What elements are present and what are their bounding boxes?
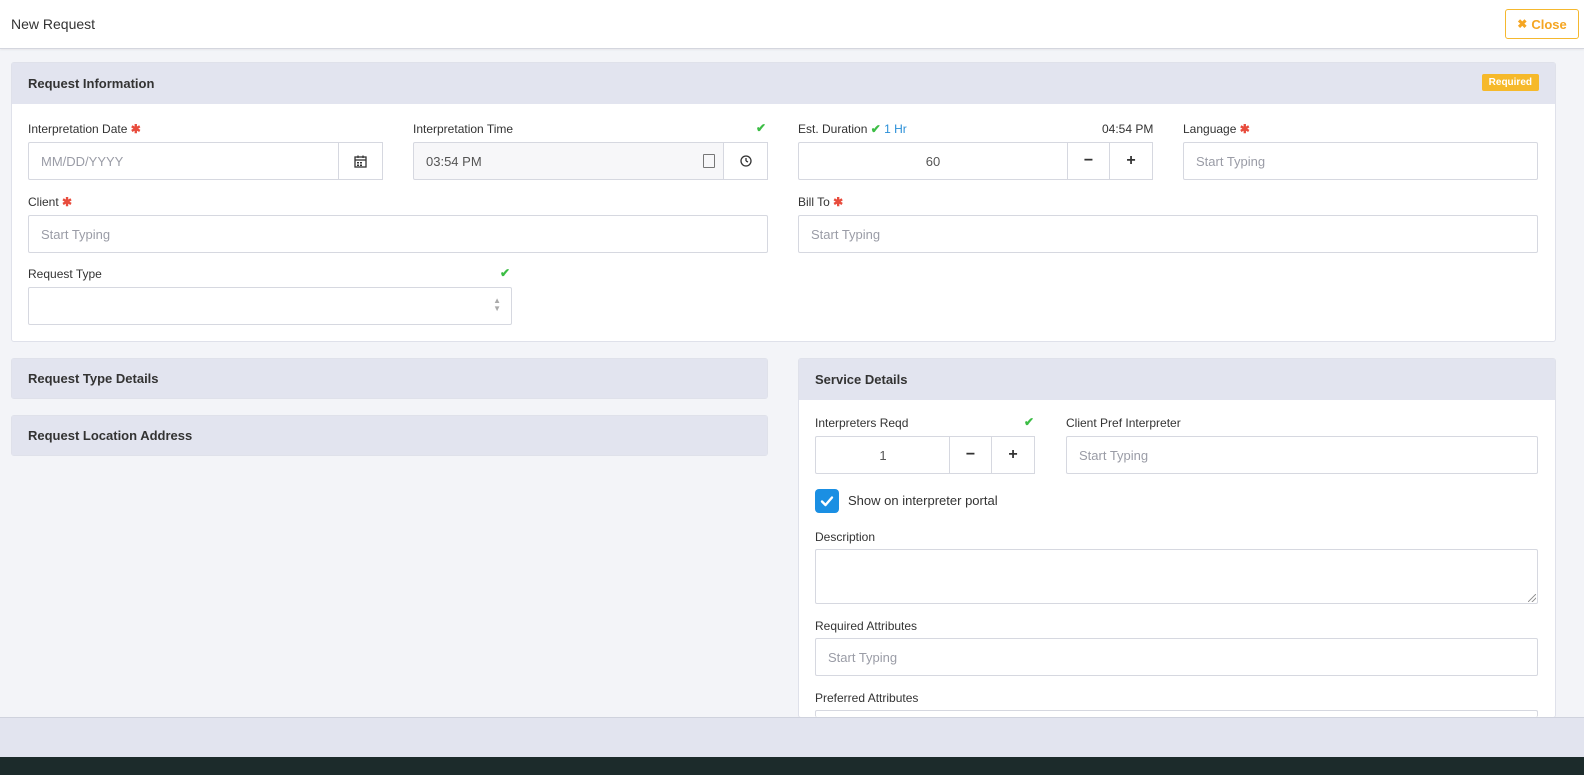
time-picker-icon[interactable] <box>703 154 715 168</box>
est-duration-label: Est. Duration ✔ 1 Hr <box>798 122 907 136</box>
asterisk-icon: ✱ <box>833 195 844 209</box>
clock-icon <box>739 155 752 167</box>
top-bar: New Request ✖ Close <box>0 0 1584 49</box>
panel-title: Service Details <box>815 372 908 387</box>
bill-to-placeholder: Start Typing <box>811 226 881 242</box>
request-type-select[interactable]: ▲ ▼ <box>28 287 512 325</box>
interpreters-reqd-value: 1 <box>879 447 887 463</box>
preferred-attributes-input[interactable] <box>815 710 1538 717</box>
calendar-icon <box>354 155 367 168</box>
interpretation-time-input[interactable]: 03:54 PM <box>413 142 768 180</box>
asterisk-icon: ✱ <box>62 195 73 209</box>
interpretation-time-label: Interpretation Time <box>413 122 514 136</box>
interpretation-date-input[interactable]: MM/DD/YYYY <box>28 142 383 180</box>
est-duration-stepper[interactable]: 60 − + <box>798 142 1153 180</box>
check-icon: ✔ <box>1024 415 1035 429</box>
required-badge: Required <box>1481 74 1539 91</box>
description-label: Description <box>815 530 876 544</box>
client-label: Client ✱ <box>28 195 73 209</box>
interpreters-decrement-button[interactable]: − <box>949 436 992 474</box>
plus-icon: + <box>1008 446 1018 463</box>
panel-title: Request Type Details <box>28 371 159 386</box>
close-button[interactable]: ✖ Close <box>1505 9 1579 39</box>
request-information-header: Request Information Required <box>12 63 1555 104</box>
request-location-panel[interactable]: Request Location Address <box>11 415 768 456</box>
clock-button[interactable] <box>723 142 768 180</box>
est-duration-value: 60 <box>925 153 941 169</box>
required-attributes-placeholder: Start Typing <box>828 649 898 665</box>
client-pref-input[interactable]: Start Typing <box>1066 436 1538 474</box>
asterisk-icon: ✱ <box>130 122 141 136</box>
bill-to-input[interactable]: Start Typing <box>798 215 1538 253</box>
client-placeholder: Start Typing <box>41 226 111 242</box>
interpretation-date-label: Interpretation Date ✱ <box>28 122 141 136</box>
close-icon: ✖ <box>1517 17 1528 31</box>
client-pref-label: Client Pref Interpreter <box>1066 416 1181 430</box>
show-on-portal-checkbox[interactable] <box>815 489 839 513</box>
page-title: New Request <box>11 16 96 32</box>
check-icon <box>820 496 834 507</box>
resize-handle-icon[interactable] <box>1528 594 1536 602</box>
client-input[interactable]: Start Typing <box>28 215 768 253</box>
interpreters-increment-button[interactable]: + <box>991 436 1035 474</box>
interpretation-date-placeholder: MM/DD/YYYY <box>41 153 124 169</box>
interpretation-time-value: 03:54 PM <box>426 153 482 169</box>
request-type-details-header[interactable]: Request Type Details <box>12 359 767 398</box>
duration-hint: 1 Hr <box>884 122 907 136</box>
sort-arrows-icon: ▲ ▼ <box>493 296 501 313</box>
description-textarea[interactable] <box>815 549 1538 604</box>
request-type-details-panel[interactable]: Request Type Details <box>11 358 768 399</box>
check-icon: ✔ <box>870 122 881 136</box>
minus-icon: − <box>965 446 976 463</box>
footer-bar <box>0 717 1584 757</box>
asterisk-icon: ✱ <box>1239 122 1250 136</box>
required-attributes-label: Required Attributes <box>815 619 918 633</box>
service-details-header: Service Details <box>799 359 1555 400</box>
check-icon: ✔ <box>500 266 511 280</box>
preferred-attributes-label: Preferred Attributes <box>815 691 919 705</box>
end-time-label: 04:54 PM <box>1102 122 1154 136</box>
check-icon: ✔ <box>756 121 767 135</box>
os-taskbar <box>0 757 1584 775</box>
duration-increment-button[interactable]: + <box>1109 142 1153 180</box>
calendar-button[interactable] <box>338 142 383 180</box>
request-location-header[interactable]: Request Location Address <box>12 416 767 455</box>
interpreters-reqd-stepper[interactable]: 1 − + <box>815 436 1035 474</box>
minus-icon: − <box>1083 152 1094 169</box>
language-placeholder: Start Typing <box>1196 153 1266 169</box>
bill-to-label: Bill To ✱ <box>798 195 844 209</box>
language-input[interactable]: Start Typing <box>1183 142 1538 180</box>
plus-icon: + <box>1126 152 1136 169</box>
language-label: Language ✱ <box>1183 122 1250 136</box>
panel-title: Request Location Address <box>28 428 193 443</box>
interpreters-reqd-label: Interpreters Reqd <box>815 416 909 430</box>
duration-decrement-button[interactable]: − <box>1067 142 1110 180</box>
request-type-label: Request Type <box>28 267 102 281</box>
close-label: Close <box>1531 16 1567 32</box>
show-on-portal-label[interactable]: Show on interpreter portal <box>848 493 998 508</box>
client-pref-placeholder: Start Typing <box>1079 447 1149 463</box>
panel-title: Request Information <box>28 76 155 91</box>
required-attributes-input[interactable]: Start Typing <box>815 638 1538 676</box>
